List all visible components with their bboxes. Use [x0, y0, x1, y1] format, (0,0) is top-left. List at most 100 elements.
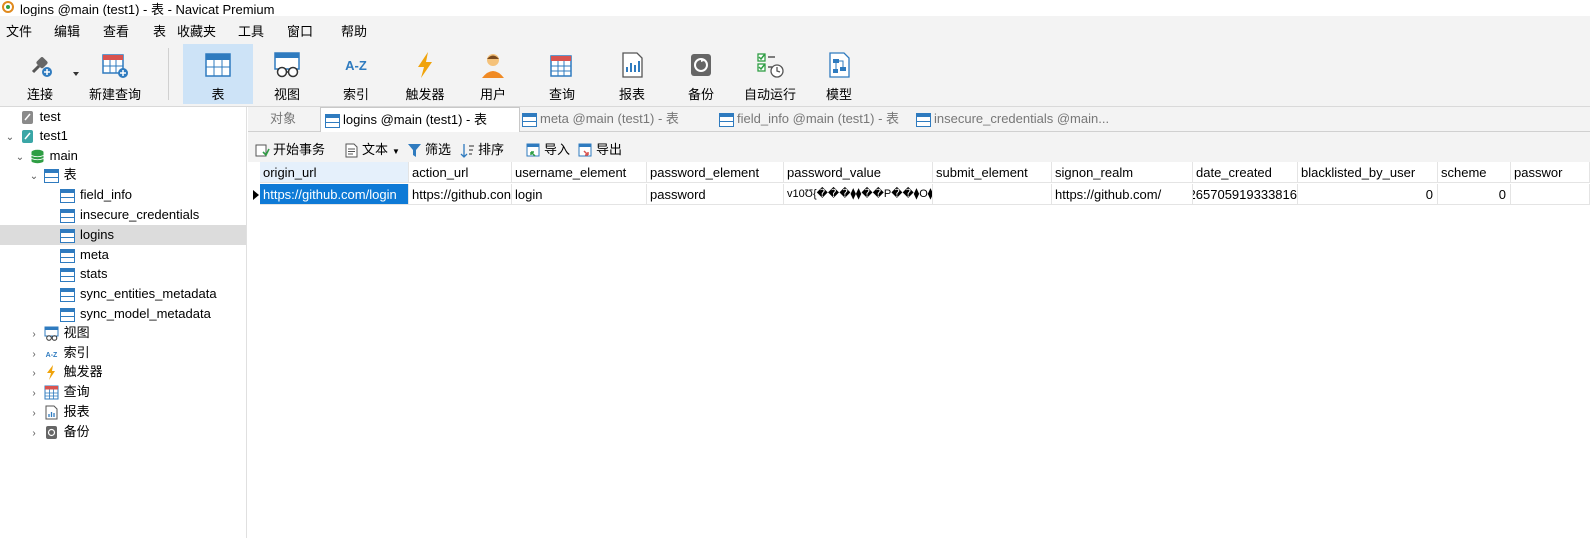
tree-folder-reports[interactable]: › 报表: [28, 402, 90, 421]
tree-folder-queries[interactable]: › 查询: [28, 382, 90, 401]
model-button[interactable]: 模型: [805, 44, 873, 104]
svg-text:A-Z: A-Z: [45, 352, 57, 359]
plug-icon: [31, 57, 52, 77]
menu-edit[interactable]: 编辑: [54, 21, 80, 40]
query-icon: [550, 55, 572, 77]
tree-table-sync_model_metadata[interactable]: sync_model_metadata: [60, 304, 211, 323]
column-header-action_url[interactable]: action_url: [409, 162, 512, 183]
collapsed-arrow-icon[interactable]: ›: [28, 404, 40, 423]
connect-button[interactable]: 连接: [0, 44, 80, 104]
tree-table-stats[interactable]: stats: [60, 264, 107, 283]
new-query-icon: [102, 54, 128, 78]
tree-table-insecure_credentials[interactable]: insecure_credentials: [60, 205, 199, 224]
tree-table-sync_entities_metadata[interactable]: sync_entities_metadata: [60, 284, 217, 303]
new-query-button[interactable]: 新建查询: [84, 44, 146, 104]
menu-file[interactable]: 文件: [6, 21, 32, 40]
menu-window[interactable]: 窗口: [287, 21, 313, 40]
cell-date_created[interactable]: 265705919333816: [1193, 184, 1298, 205]
query-button[interactable]: 查询: [527, 44, 597, 104]
tree-folder-indexes[interactable]: › A-Z 索引: [28, 343, 89, 362]
sqlite-connection-icon: [21, 130, 33, 144]
expanded-arrow-icon[interactable]: ⌄: [28, 167, 40, 186]
menu-view[interactable]: 查看: [103, 21, 129, 40]
import-button[interactable]: 导入: [526, 139, 570, 158]
text-view-button[interactable]: 文本 ▼: [344, 139, 400, 158]
main-toolbar: 连接 新建查询 表 视图 A-Z 索引 触发器 用户 查询 报表 备份 自动运行…: [0, 44, 1590, 107]
table-folder-icon: [43, 168, 59, 183]
menu-help[interactable]: 帮助: [341, 21, 367, 40]
backup-button[interactable]: 备份: [667, 44, 735, 104]
tab-field-info[interactable]: field_info @main (test1) - 表: [717, 107, 911, 131]
cell-password_value[interactable]: v10Ʊ{���⧫⧫��P��⧫O⧫��:: [784, 184, 933, 205]
tree-selection-highlight: [0, 225, 246, 245]
table-icon: [60, 267, 75, 282]
tree-folder-backups[interactable]: › 备份: [28, 422, 90, 441]
user-button[interactable]: 用户: [459, 44, 527, 104]
menu-tools[interactable]: 工具: [238, 21, 264, 40]
export-button[interactable]: 导出: [578, 139, 622, 158]
backup-icon: [45, 426, 57, 440]
report-button[interactable]: 报表: [597, 44, 667, 104]
table-icon: [522, 112, 537, 127]
expanded-arrow-icon[interactable]: ⌄: [4, 128, 16, 147]
transaction-icon: [255, 144, 270, 157]
column-header-password_value[interactable]: password_value: [784, 162, 933, 183]
begin-transaction-button[interactable]: 开始事务: [255, 139, 325, 158]
table-icon: [916, 112, 931, 127]
tree-connection-test1[interactable]: ⌄ test1: [4, 126, 68, 145]
column-header-origin_url[interactable]: origin_url: [260, 162, 409, 183]
index-button[interactable]: A-Z 索引: [321, 44, 391, 104]
sort-button[interactable]: 排序: [460, 139, 504, 158]
column-header-password_element[interactable]: password_element: [647, 162, 784, 183]
table-icon: [60, 228, 75, 243]
filter-button[interactable]: 筛选: [407, 139, 451, 158]
tab-insecure-credentials[interactable]: insecure_credentials @main...: [914, 107, 1109, 131]
tree-table-meta[interactable]: meta: [60, 245, 109, 264]
tree-folder-triggers[interactable]: › 触发器: [28, 362, 103, 381]
automation-button[interactable]: 自动运行: [735, 44, 805, 104]
report-icon: [622, 52, 643, 78]
data-grid: origin_url action_url username_element p…: [248, 162, 1590, 538]
view-button[interactable]: 视图: [253, 44, 321, 104]
table-button[interactable]: 表: [183, 44, 253, 104]
column-header-password[interactable]: passwor: [1511, 162, 1590, 183]
cell-action_url[interactable]: https://github.con: [409, 184, 512, 205]
tree-folder-views[interactable]: › 视图: [28, 323, 90, 342]
cell-submit_element[interactable]: [933, 184, 1052, 205]
tab-objects[interactable]: 对象: [248, 107, 318, 131]
az-index-icon: A-Z: [345, 58, 367, 73]
report-icon: [45, 405, 58, 420]
collapsed-arrow-icon[interactable]: ›: [28, 325, 40, 344]
menu-table[interactable]: 表: [153, 21, 166, 40]
column-header-username_element[interactable]: username_element: [512, 162, 647, 183]
connect-dropdown-caret-icon[interactable]: [73, 72, 79, 76]
collapsed-arrow-icon[interactable]: ›: [28, 364, 40, 383]
menu-favorites[interactable]: 收藏夹: [177, 21, 216, 40]
collapsed-arrow-icon[interactable]: ›: [28, 424, 40, 443]
tree-database-main[interactable]: ⌄ main: [14, 146, 78, 165]
cell-scheme[interactable]: 0: [1438, 184, 1511, 205]
cell-blacklisted_by_user[interactable]: 0: [1298, 184, 1438, 205]
expanded-arrow-icon[interactable]: ⌄: [14, 148, 26, 167]
column-header-submit_element[interactable]: submit_element: [933, 162, 1052, 183]
tab-logins[interactable]: logins @main (test1) - 表: [320, 107, 520, 133]
cell-username_element[interactable]: login: [512, 184, 647, 205]
cell-origin_url[interactable]: https://github.com/login: [260, 184, 409, 205]
tree-table-field_info[interactable]: field_info: [60, 185, 132, 204]
trigger-button[interactable]: 触发器: [391, 44, 459, 104]
table-icon: [719, 112, 734, 127]
collapsed-arrow-icon[interactable]: ›: [28, 384, 40, 403]
column-header-date_created[interactable]: date_created: [1193, 162, 1298, 183]
column-header-blacklisted_by_user[interactable]: blacklisted_by_user: [1298, 162, 1438, 183]
current-row-marker-icon: [253, 190, 259, 200]
cell-password_element[interactable]: password: [647, 184, 784, 205]
tree-folder-tables[interactable]: ⌄ 表: [28, 165, 77, 184]
column-header-signon_realm[interactable]: signon_realm: [1052, 162, 1193, 183]
cell-signon_realm[interactable]: https://github.com/: [1052, 184, 1193, 205]
column-header-scheme[interactable]: scheme: [1438, 162, 1511, 183]
tab-meta[interactable]: meta @main (test1) - 表: [520, 107, 712, 131]
tree-table-logins[interactable]: logins: [60, 225, 114, 244]
cell-password[interactable]: [1511, 184, 1590, 205]
tree-connection-test[interactable]: test: [4, 107, 61, 126]
connection-icon: [21, 111, 33, 125]
